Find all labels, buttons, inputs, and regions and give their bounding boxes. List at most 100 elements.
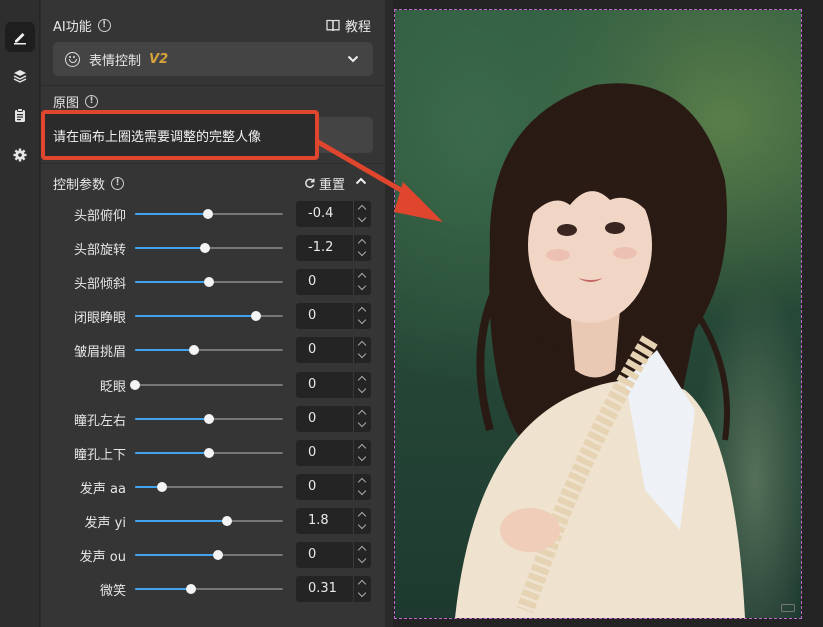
origin-header: 原图 ! <box>53 92 99 111</box>
slider-handle[interactable] <box>186 584 197 595</box>
stepper-icon[interactable] <box>353 576 371 603</box>
slider-fill <box>135 554 218 556</box>
slider-handle[interactable] <box>204 447 214 458</box>
origin-title: 原图 <box>53 96 80 111</box>
parameter-slider[interactable] <box>135 413 283 424</box>
slider-fill <box>135 247 205 250</box>
ai-function-title: AI功能 <box>53 20 92 35</box>
parameter-row: 微笑 0.31 <box>41 575 385 603</box>
stepper-icon[interactable] <box>353 507 371 534</box>
parameter-slider[interactable] <box>135 481 283 492</box>
parameter-label: 发声 ou <box>79 550 126 565</box>
stepper-icon[interactable] <box>353 371 371 398</box>
stepper-icon[interactable] <box>353 337 371 364</box>
stepper-icon[interactable] <box>353 473 371 500</box>
ai-function-selected: 表情控制 <box>89 53 142 69</box>
slider-handle[interactable] <box>221 515 232 526</box>
slider-handle[interactable] <box>251 311 262 322</box>
parameter-label: 头部俯仰 <box>73 209 126 224</box>
settings-tool-button[interactable] <box>5 140 35 170</box>
slider-fill <box>135 519 227 522</box>
parameter-value: 0 <box>308 308 317 324</box>
settings-panel: AI功能 ! 教程 表情控制 V2 原图 ! 控制参数 ! 重置 头部俯仰 -0.… <box>41 0 385 627</box>
tutorial-label: 教程 <box>344 20 371 35</box>
panel-gutter <box>385 0 393 627</box>
parameter-value-input[interactable]: 0 <box>296 371 371 398</box>
parameter-slider[interactable] <box>135 447 283 458</box>
edit-tool-button[interactable] <box>5 22 35 52</box>
slider-handle[interactable] <box>199 243 210 254</box>
parameter-value: 0.31 <box>308 581 337 597</box>
parameter-value-input[interactable]: 0 <box>296 269 371 296</box>
stepper-icon[interactable] <box>353 542 371 568</box>
stepper-icon[interactable] <box>353 439 371 466</box>
parameter-label: 发声 yi <box>84 515 126 531</box>
canvas-area[interactable] <box>393 0 823 627</box>
clipboard-icon <box>15 108 25 122</box>
parameter-value: 0 <box>308 342 317 358</box>
parameter-value-input[interactable]: 0 <box>296 473 371 500</box>
controls-title: 控制参数 <box>53 178 106 193</box>
divider <box>41 85 385 86</box>
parameter-value-input[interactable]: 0 <box>296 303 371 330</box>
ai-function-select[interactable]: 表情控制 V2 <box>53 42 373 76</box>
chevron-down-icon <box>347 55 359 63</box>
portrait-illustration <box>455 83 745 618</box>
parameter-label: 头部倾斜 <box>73 277 126 293</box>
slider-fill <box>135 213 208 215</box>
portrait-photo[interactable] <box>394 9 802 619</box>
parameter-slider[interactable] <box>135 311 283 322</box>
slider-fill <box>135 349 195 352</box>
slider-handle[interactable] <box>189 345 200 356</box>
parameter-value-input[interactable]: 1.8 <box>296 507 371 534</box>
parameter-slider[interactable] <box>135 243 283 254</box>
parameter-value: 1.8 <box>308 512 329 528</box>
parameter-value-input[interactable]: 0 <box>296 337 371 364</box>
info-icon[interactable]: ! <box>97 19 111 32</box>
slider-handle[interactable] <box>156 481 167 492</box>
parameter-value: 0 <box>308 444 317 460</box>
parameter-row: 发声 ou 0 <box>41 541 385 569</box>
stepper-icon[interactable] <box>353 235 371 262</box>
parameter-slider[interactable] <box>130 379 283 390</box>
slider-handle[interactable] <box>212 550 223 560</box>
info-icon[interactable]: ! <box>111 177 125 190</box>
tutorial-link[interactable]: 教程 <box>326 16 371 35</box>
parameter-value-input[interactable]: 0 <box>296 542 371 568</box>
parameter-value-input[interactable]: -1.2 <box>296 235 371 262</box>
slider-handle[interactable] <box>204 413 214 424</box>
parameter-slider[interactable] <box>135 345 283 356</box>
parameter-label: 眨眼 <box>99 379 126 395</box>
highlighted-hint: 请在画布上圈选需要调整的完整人像 <box>41 110 319 160</box>
parameter-slider[interactable] <box>135 277 283 288</box>
parameter-label: 闭眼睁眼 <box>73 311 126 327</box>
layers-tool-button[interactable] <box>5 61 35 91</box>
parameter-slider[interactable] <box>135 515 283 526</box>
clipboard-tool-button[interactable] <box>5 100 35 130</box>
slider-fill <box>135 281 209 284</box>
slider-handle[interactable] <box>130 379 140 390</box>
parameter-value-input[interactable]: 0 <box>296 405 371 432</box>
stepper-icon[interactable] <box>353 405 371 432</box>
slider-handle[interactable] <box>202 209 213 219</box>
info-icon[interactable]: ! <box>85 95 99 108</box>
parameter-value: -1.2 <box>308 240 334 256</box>
parameter-value: 0 <box>308 547 317 562</box>
parameter-slider[interactable] <box>135 584 283 595</box>
parameter-slider[interactable] <box>135 550 283 560</box>
parameter-row: 头部倾斜 0 <box>41 268 385 296</box>
slider-fill <box>135 588 192 591</box>
parameter-value-input[interactable]: 0.31 <box>296 576 371 603</box>
parameter-slider[interactable] <box>135 209 283 219</box>
zoom-indicator-icon[interactable] <box>781 604 795 612</box>
tool-rail <box>0 0 40 627</box>
parameter-value-input[interactable]: 0 <box>296 439 371 466</box>
slider-handle[interactable] <box>204 277 214 288</box>
parameter-label: 头部旋转 <box>73 243 126 259</box>
controls-title-group: 控制参数 ! <box>53 174 125 193</box>
stepper-icon[interactable] <box>353 303 371 330</box>
annotation-arrow <box>315 139 443 222</box>
settings-icon <box>13 148 27 162</box>
stepper-icon[interactable] <box>353 269 371 296</box>
parameter-row: 眨眼 0 <box>41 371 385 399</box>
